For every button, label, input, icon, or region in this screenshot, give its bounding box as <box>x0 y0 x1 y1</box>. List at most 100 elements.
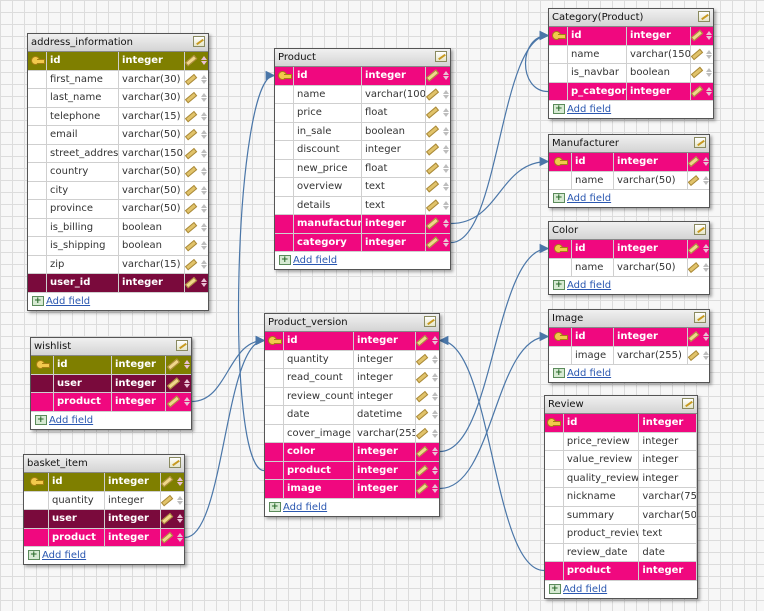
reorder-field-icon[interactable] <box>702 262 709 272</box>
add-field-icon[interactable] <box>553 365 565 382</box>
field-row[interactable]: price_review integer <box>545 432 697 451</box>
edit-field-icon[interactable] <box>426 143 440 156</box>
table-title[interactable]: Category(Product) <box>549 9 713 27</box>
table-category-product[interactable]: Category(Product) id integer name varchar(15… <box>548 8 714 119</box>
field-row[interactable]: first_name varchar(30) <box>28 70 208 89</box>
reorder-field-icon[interactable] <box>176 514 184 524</box>
edit-table-icon[interactable] <box>435 51 447 62</box>
field-row[interactable]: zip varchar(15) <box>28 255 208 274</box>
reorder-field-icon[interactable] <box>706 49 713 59</box>
field-row[interactable]: overview text <box>275 178 450 197</box>
add-field-link[interactable]: Add field <box>567 193 611 204</box>
table-manufacturer[interactable]: Manufactureridintegernamevarchar(50) Add … <box>548 134 710 208</box>
edit-table-icon[interactable] <box>694 137 706 148</box>
reorder-field-icon[interactable] <box>200 278 208 288</box>
edit-field-icon[interactable] <box>426 199 440 212</box>
edit-field-icon[interactable] <box>426 125 440 138</box>
reorder-field-icon[interactable] <box>442 126 450 136</box>
add-field-icon[interactable] <box>32 293 44 310</box>
table-title[interactable]: Product_version <box>265 314 439 332</box>
field-row[interactable]: product integer <box>545 562 697 581</box>
edit-field-icon[interactable] <box>426 217 440 230</box>
edit-field-icon[interactable] <box>161 512 174 525</box>
reorder-field-icon[interactable] <box>442 71 450 81</box>
field-row[interactable]: user integer <box>31 374 191 393</box>
field-row[interactable]: email varchar(50) <box>28 126 208 145</box>
add-field-icon[interactable] <box>279 252 291 269</box>
reorder-field-icon[interactable] <box>442 145 450 155</box>
edit-field-icon[interactable] <box>166 358 180 371</box>
reorder-field-icon[interactable] <box>431 465 439 475</box>
field-row[interactable]: name varchar(150) <box>549 45 713 64</box>
edit-field-icon[interactable] <box>416 445 429 458</box>
edit-field-icon[interactable] <box>688 261 700 273</box>
field-row[interactable]: image integer <box>265 480 439 499</box>
field-row[interactable]: product_review text <box>545 525 697 544</box>
reorder-field-icon[interactable] <box>200 148 208 158</box>
table-title[interactable]: Manufacturer <box>549 135 709 153</box>
table-wishlist[interactable]: wishlist id integer user integer product integ… <box>30 337 192 430</box>
field-row[interactable]: id integer <box>31 356 191 375</box>
add-field-icon[interactable] <box>269 499 281 516</box>
edit-table-icon[interactable] <box>169 457 181 468</box>
reorder-field-icon[interactable] <box>176 477 184 487</box>
field-row[interactable]: summary varchar(50) <box>545 506 697 525</box>
edit-field-icon[interactable] <box>691 85 704 97</box>
field-row[interactable]: province varchar(50) <box>28 200 208 219</box>
edit-field-icon[interactable] <box>426 106 440 119</box>
edit-field-icon[interactable] <box>691 48 704 60</box>
add-field-link[interactable]: Add field <box>42 550 86 561</box>
field-row[interactable]: image varchar(255) <box>549 346 709 365</box>
edit-field-icon[interactable] <box>416 371 429 384</box>
reorder-field-icon[interactable] <box>176 532 184 542</box>
add-field-icon[interactable] <box>35 412 47 429</box>
field-row[interactable]: name varchar(50) <box>549 171 709 190</box>
field-row[interactable]: p_category integer <box>549 82 713 101</box>
add-field-link[interactable]: Add field <box>567 280 611 291</box>
edit-field-icon[interactable] <box>416 427 429 440</box>
edit-field-icon[interactable] <box>185 165 198 178</box>
field-row[interactable]: is_shipping boolean <box>28 237 208 256</box>
table-product-version[interactable]: Product_version id integer quantity integer r… <box>264 313 440 517</box>
reorder-field-icon[interactable] <box>706 31 713 41</box>
field-row[interactable]: product integer <box>265 461 439 480</box>
edit-field-icon[interactable] <box>185 184 198 197</box>
table-title[interactable]: address_information <box>28 34 208 52</box>
reorder-field-icon[interactable] <box>431 391 439 401</box>
edit-field-icon[interactable] <box>691 30 704 42</box>
field-row[interactable]: id integer <box>549 240 709 259</box>
reorder-field-icon[interactable] <box>200 130 208 140</box>
field-row[interactable]: id integer <box>549 27 713 46</box>
reorder-field-icon[interactable] <box>183 360 191 370</box>
add-field-link[interactable]: Add field <box>283 502 327 513</box>
add-field-icon[interactable] <box>549 581 561 598</box>
reorder-field-icon[interactable] <box>431 336 439 346</box>
edit-field-icon[interactable] <box>161 475 174 488</box>
reorder-field-icon[interactable] <box>431 447 439 457</box>
reorder-field-icon[interactable] <box>442 219 450 229</box>
edit-field-icon[interactable] <box>185 54 198 67</box>
field-row[interactable]: id integer <box>549 153 709 172</box>
field-row[interactable]: color integer <box>265 443 439 462</box>
add-field-icon[interactable] <box>553 101 565 118</box>
field-row[interactable]: manufacturerinteger <box>275 215 450 234</box>
reorder-field-icon[interactable] <box>200 167 208 177</box>
edit-field-icon[interactable] <box>185 221 198 234</box>
edit-field-icon[interactable] <box>426 162 440 175</box>
field-row[interactable]: quantity integer <box>265 350 439 369</box>
field-row[interactable]: value_review integer <box>545 451 697 470</box>
reorder-field-icon[interactable] <box>706 68 713 78</box>
reorder-field-icon[interactable] <box>183 397 191 407</box>
field-row[interactable]: is_billing boolean <box>28 218 208 237</box>
field-row[interactable]: id integer <box>265 332 439 351</box>
reorder-field-icon[interactable] <box>431 428 439 438</box>
edit-table-icon[interactable] <box>698 11 710 22</box>
table-title[interactable]: Image <box>549 310 709 328</box>
reorder-field-icon[interactable] <box>442 182 450 192</box>
field-row[interactable]: discount integer <box>275 141 450 160</box>
edit-table-icon[interactable] <box>424 316 436 327</box>
field-row[interactable]: last_name varchar(30) <box>28 89 208 108</box>
add-field-icon[interactable] <box>553 277 565 294</box>
reorder-field-icon[interactable] <box>431 410 439 420</box>
field-row[interactable]: quality_review integer <box>545 469 697 488</box>
